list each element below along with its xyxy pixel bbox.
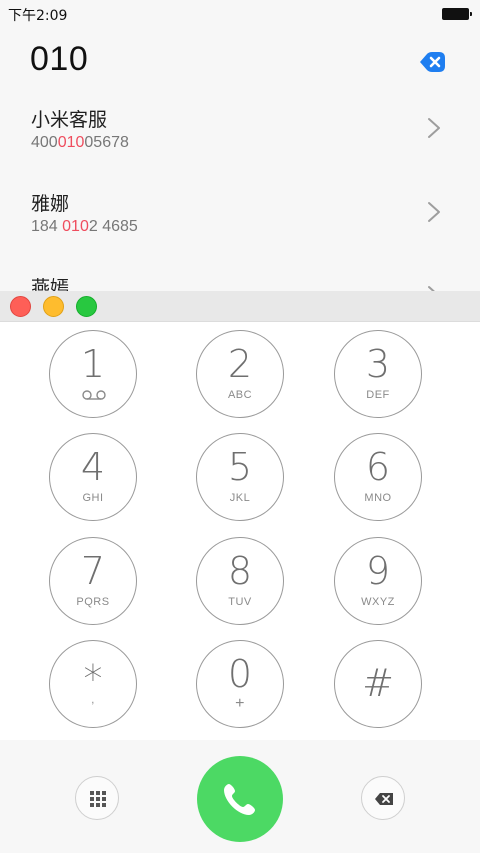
window-maximize-button[interactable]: [76, 296, 97, 317]
key-letters: MNO: [364, 492, 392, 504]
grid-icon: [90, 791, 106, 807]
number-prefix: 184: [31, 218, 63, 235]
number-match-highlight: 010: [57, 134, 85, 151]
bottom-action-bar: [0, 740, 480, 853]
chevron-right-icon: [427, 117, 441, 139]
backspace-button[interactable]: [361, 776, 405, 820]
key-digit: 7: [80, 549, 106, 593]
key-letters: JKL: [229, 492, 251, 504]
number-display: 010: [0, 28, 480, 86]
key-letters: ABC: [227, 389, 253, 401]
key-7[interactable]: 7 PQRS: [49, 537, 137, 625]
window-control-bar: [0, 291, 480, 322]
key-0[interactable]: 0 +: [196, 640, 284, 728]
number-match-highlight: 010: [62, 218, 89, 235]
key-digit: 4: [80, 445, 106, 489]
status-time: 下午2:09: [8, 8, 68, 24]
dial-keypad: 1 2 ABC 3 DEF 4 GHI 5 JKL 6 MNO 7 PQRS 8…: [0, 322, 480, 740]
key-digit: 8: [227, 549, 253, 593]
key-1[interactable]: 1: [49, 330, 137, 418]
key-hash[interactable]: #: [334, 640, 422, 728]
key-9[interactable]: 9 WXYZ: [334, 537, 422, 625]
key-digit: 3: [365, 342, 391, 386]
key-letters: +: [235, 695, 245, 712]
battery-icon: [442, 8, 472, 20]
contact-number: 184 0102 4685: [31, 218, 138, 236]
key-digit: 5: [227, 445, 253, 489]
key-letters: TUV: [228, 596, 252, 608]
key-digit: #: [362, 661, 394, 705]
window-minimize-button[interactable]: [43, 296, 64, 317]
key-digit: 6: [365, 445, 391, 489]
key-6[interactable]: 6 MNO: [334, 433, 422, 521]
key-letters: ,: [91, 694, 95, 706]
contact-number: 40001005678: [31, 134, 129, 152]
number-suffix: 05678: [84, 134, 129, 151]
keypad-toggle-button[interactable]: [75, 776, 119, 820]
key-3[interactable]: 3 DEF: [334, 330, 422, 418]
clear-circle-icon: [420, 52, 445, 72]
chevron-right-icon: [427, 201, 441, 223]
contact-name: 燕嫣: [31, 277, 70, 291]
phone-icon: [224, 784, 255, 815]
key-letters: GHI: [82, 492, 104, 504]
contact-name: 雅娜: [31, 193, 70, 215]
key-4[interactable]: 4 GHI: [49, 433, 137, 521]
backspace-icon: [375, 793, 393, 805]
contact-name: 小米客服: [31, 109, 108, 131]
key-letters: DEF: [366, 389, 390, 401]
clear-button[interactable]: [417, 48, 447, 76]
contact-suggestion-list: 小米客服 40001005678 雅娜 184 0102 4685 燕嫣: [0, 86, 480, 291]
key-8[interactable]: 8 TUV: [196, 537, 284, 625]
number-suffix: 2 4685: [88, 218, 138, 235]
key-star[interactable]: * ,: [49, 640, 137, 728]
status-bar: 下午2:09: [0, 0, 480, 28]
key-letters: PQRS: [76, 596, 110, 608]
key-letters: WXYZ: [361, 596, 395, 608]
number-prefix: 400: [31, 134, 58, 151]
key-digit: 9: [365, 549, 391, 593]
key-2[interactable]: 2 ABC: [196, 330, 284, 418]
contact-row[interactable]: 雅娜 184 0102 4685: [0, 170, 480, 254]
voicemail-icon: [82, 389, 106, 401]
call-button[interactable]: [197, 756, 283, 842]
key-digit: 1: [80, 342, 106, 386]
key-digit: 2: [227, 342, 253, 386]
typed-number: 010: [30, 40, 89, 78]
window-close-button[interactable]: [10, 296, 31, 317]
key-digit: 0: [227, 652, 253, 696]
contact-row[interactable]: 小米客服 40001005678: [0, 86, 480, 170]
contact-row[interactable]: 燕嫣: [0, 254, 480, 291]
key-5[interactable]: 5 JKL: [196, 433, 284, 521]
